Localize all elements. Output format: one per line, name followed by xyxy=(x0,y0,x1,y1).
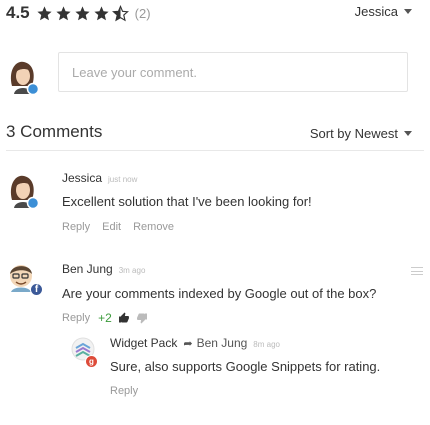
google-plus-icon: g xyxy=(85,355,98,368)
reply-link[interactable]: Reply xyxy=(110,385,138,397)
comment-text: Are your comments indexed by Google out … xyxy=(62,286,377,301)
vote-count: +2 xyxy=(98,311,112,325)
comment-author[interactable]: Widget Pack xyxy=(110,336,177,350)
remove-link[interactable]: Remove xyxy=(133,221,174,233)
thumbs-up-icon[interactable] xyxy=(118,312,130,324)
comment-meta: Ben Jung 3m ago xyxy=(62,262,145,276)
facebook-icon: f xyxy=(30,283,43,296)
star-half-icon[interactable] xyxy=(111,4,129,22)
rating-stars[interactable] xyxy=(36,4,129,22)
star-icon[interactable] xyxy=(36,5,53,22)
comment-time: just now xyxy=(108,175,138,184)
rating-count: (2) xyxy=(134,5,151,21)
caret-down-icon[interactable] xyxy=(404,131,412,136)
comment-meta: Widget Pack ➦ Ben Jung 8m ago xyxy=(110,336,280,350)
user-menu[interactable]: Jessica xyxy=(355,4,412,19)
comment-author[interactable]: Ben Jung xyxy=(62,262,113,276)
avatar xyxy=(6,170,40,213)
comment-time: 8m ago xyxy=(253,340,280,349)
rating-summary: 4.5 (2) xyxy=(6,2,151,24)
divider xyxy=(6,150,424,151)
edit-link[interactable]: Edit xyxy=(102,221,121,233)
user-name[interactable]: Jessica xyxy=(355,4,398,19)
comment-text: Excellent solution that I've been lookin… xyxy=(62,194,312,209)
comment-author[interactable]: Jessica xyxy=(62,171,102,185)
comment-meta: Jessica just now xyxy=(62,171,137,185)
reply-link[interactable]: Reply xyxy=(62,221,90,233)
caret-down-icon[interactable] xyxy=(404,9,412,14)
menu-icon[interactable] xyxy=(411,267,423,275)
user-avatar-icon xyxy=(10,175,40,210)
star-icon[interactable] xyxy=(55,5,72,22)
comment-text: Sure, also supports Google Snippets for … xyxy=(110,359,381,374)
comments-count: 3 Comments xyxy=(6,122,103,141)
comment-actions: Reply xyxy=(110,385,138,397)
rating-value: 4.5 xyxy=(6,3,30,22)
reply-to-author[interactable]: Ben Jung xyxy=(197,336,248,350)
sort-dropdown[interactable]: Sort by Newest xyxy=(310,126,412,141)
user-avatar-icon xyxy=(10,61,40,96)
avatar: f xyxy=(6,260,43,301)
comment-input[interactable] xyxy=(58,52,408,92)
sort-label[interactable]: Sort by Newest xyxy=(310,126,398,141)
comment-time: 3m ago xyxy=(118,266,146,275)
avatar: g xyxy=(68,334,98,371)
thumbs-down-icon[interactable] xyxy=(136,312,148,324)
star-icon[interactable] xyxy=(93,5,110,22)
avatar xyxy=(6,56,40,96)
comment-actions: Reply +2 xyxy=(62,311,148,325)
comment-actions: Reply Edit Remove xyxy=(62,221,174,233)
reply-arrow-icon: ➦ xyxy=(183,338,193,350)
star-icon[interactable] xyxy=(74,5,91,22)
reply-link[interactable]: Reply xyxy=(62,312,90,324)
